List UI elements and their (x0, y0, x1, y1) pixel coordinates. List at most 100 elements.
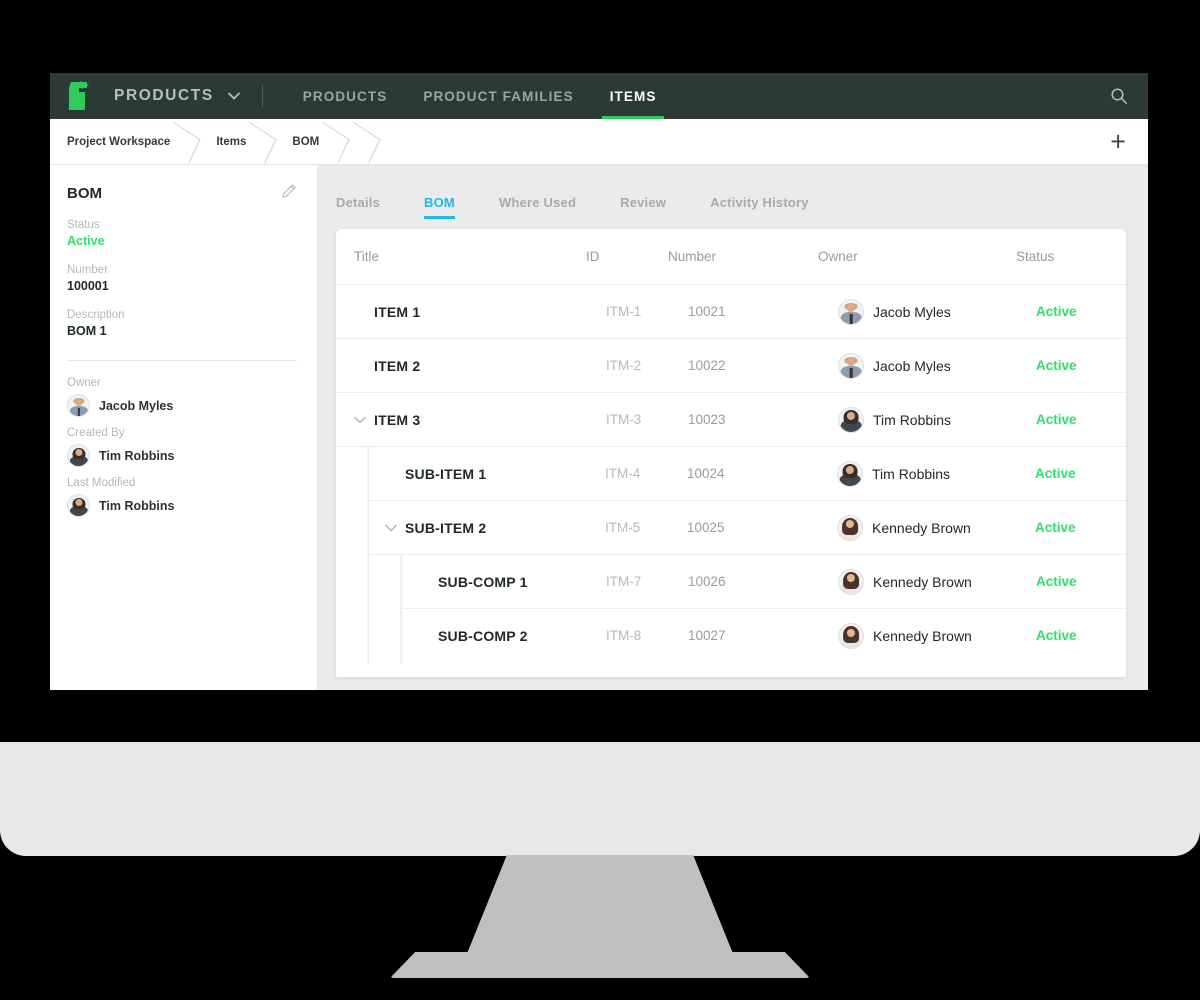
field-created-by-row: Tim Robbins (67, 444, 297, 467)
field-number-value: 100001 (67, 279, 297, 293)
breadcrumb: Project Workspace Items BOM + (50, 119, 1148, 165)
cell-id: ITM-8 (606, 628, 641, 643)
cell-owner: Kennedy Brown (873, 628, 972, 644)
cell-number: 10027 (688, 628, 726, 643)
table-header-row: Title ID Number Owner Status (336, 229, 1126, 285)
breadcrumb-item-bom[interactable]: BOM (276, 119, 349, 165)
cell-status: Active (1036, 412, 1077, 427)
add-button[interactable]: + (1110, 128, 1126, 155)
nested-rows-group: SUB-ITEM 1ITM-410024Tim RobbinsActiveSUB… (368, 447, 1126, 663)
field-last-modified-name: Tim Robbins (99, 499, 174, 513)
content-tab-list: Details BOM Where Used Review Activity H… (318, 165, 1148, 219)
avatar (838, 353, 864, 379)
field-owner-label: Owner (67, 377, 297, 389)
tab-where-used[interactable]: Where Used (499, 195, 576, 219)
cell-title: ITEM 2 (374, 358, 420, 374)
tab-details[interactable]: Details (336, 195, 380, 219)
sidebar-divider (67, 360, 297, 361)
cell-id: ITM-3 (606, 412, 641, 427)
column-header-status: Status (1016, 249, 1106, 264)
tab-bom[interactable]: BOM (424, 195, 455, 219)
cell-number: 10025 (687, 520, 725, 535)
cell-status: Active (1036, 358, 1077, 373)
cell-title: SUB-COMP 2 (438, 628, 528, 644)
top-navigation-bar: PRODUCTS PRODUCTS PRODUCT FAMILIES ITEMS (50, 73, 1148, 119)
column-header-title: Title (354, 249, 586, 264)
search-glyph (1110, 87, 1128, 105)
body-split: BOM Status Active Number 100001 (50, 165, 1148, 690)
cell-id: ITM-5 (605, 520, 640, 535)
sidebar-title-row: BOM (67, 183, 297, 203)
field-number: Number 100001 (67, 264, 297, 293)
chevron-down-glyph (385, 524, 397, 532)
pencil-icon[interactable] (282, 183, 297, 203)
cell-status: Active (1036, 574, 1077, 589)
cell-title: SUB-COMP 1 (438, 574, 528, 590)
cell-id: ITM-2 (606, 358, 641, 373)
field-owner-row: Jacob Myles (67, 394, 297, 417)
page-title: BOM (67, 185, 102, 202)
search-icon[interactable] (1110, 73, 1128, 119)
chevron-down-glyph (228, 92, 240, 100)
cell-owner: Kennedy Brown (873, 574, 972, 590)
cell-title: SUB-ITEM 2 (405, 520, 486, 536)
cell-id: ITM-4 (605, 466, 640, 481)
field-status: Status Active (67, 219, 297, 248)
cell-status: Active (1035, 520, 1076, 535)
status-badge: Active (67, 234, 297, 248)
tab-review[interactable]: Review (620, 195, 666, 219)
cell-id: ITM-1 (606, 304, 641, 319)
monitor-chin (0, 742, 1200, 856)
nav-tab-product-families[interactable]: PRODUCT FAMILIES (405, 73, 591, 119)
avatar (67, 444, 90, 467)
field-created-by: Created By Tim Robbins (67, 427, 297, 467)
cell-number: 10026 (688, 574, 726, 589)
field-description: Description BOM 1 (67, 309, 297, 338)
breadcrumb-tail-arrow (349, 119, 385, 165)
cell-title: ITEM 1 (374, 304, 420, 320)
avatar (67, 494, 90, 517)
cell-title: ITEM 3 (374, 412, 420, 428)
breadcrumb-item-project-workspace[interactable]: Project Workspace (50, 119, 200, 165)
table-row[interactable]: SUB-COMP 2ITM-810027Kennedy BrownActive (402, 609, 1126, 663)
cell-number: 10022 (688, 358, 726, 373)
column-header-owner: Owner (818, 249, 1016, 264)
cell-owner: Kennedy Brown (872, 520, 971, 536)
table-row[interactable]: ITEM 1ITM-110021Jacob MylesActive (336, 285, 1126, 339)
cell-owner: Jacob Myles (873, 304, 951, 320)
pencil-glyph (282, 183, 297, 198)
nav-tab-items[interactable]: ITEMS (592, 73, 675, 119)
detail-sidebar: BOM Status Active Number 100001 (50, 165, 318, 690)
field-number-label: Number (67, 264, 297, 276)
avatar (837, 461, 863, 487)
tab-activity-history[interactable]: Activity History (710, 195, 809, 219)
chevron-down-icon[interactable] (228, 92, 240, 100)
field-last-modified-row: Tim Robbins (67, 494, 297, 517)
table-row[interactable]: ITEM 3ITM-310023Tim RobbinsActive (336, 393, 1126, 447)
cell-number: 10023 (688, 412, 726, 427)
table-row[interactable]: SUB-COMP 1 ITM-7 10026 Kennedy Brown Active (402, 555, 1126, 609)
expand-toggle[interactable] (354, 416, 374, 424)
cell-status: Active (1036, 304, 1077, 319)
avatar (838, 299, 864, 325)
field-description-value: BOM 1 (67, 324, 297, 338)
cell-title: SUB-ITEM 1 (405, 466, 486, 482)
monitor-frame: PRODUCTS PRODUCTS PRODUCT FAMILIES ITEMS (0, 0, 1200, 1000)
table-body: ITEM 1ITM-110021Jacob MylesActiveITEM 2I… (336, 285, 1126, 663)
nav-tab-list: PRODUCTS PRODUCT FAMILIES ITEMS (285, 73, 675, 119)
avatar (838, 407, 864, 433)
expand-toggle[interactable] (385, 524, 405, 532)
main-content: Details BOM Where Used Review Activity H… (318, 165, 1148, 690)
table-row[interactable]: SUB-ITEM 2 ITM-5 10025 Kennedy Brown Active (369, 501, 1126, 555)
table-row[interactable]: ITEM 2ITM-210022Jacob MylesActive (336, 339, 1126, 393)
table-row[interactable]: SUB-ITEM 1ITM-410024Tim RobbinsActive (369, 447, 1126, 501)
cell-owner: Tim Robbins (872, 466, 950, 482)
app-logo[interactable] (50, 73, 108, 119)
field-last-modified-label: Last Modified (67, 477, 297, 489)
cell-id: ITM-7 (606, 574, 641, 589)
screen: PRODUCTS PRODUCTS PRODUCT FAMILIES ITEMS (50, 73, 1148, 690)
breadcrumb-item-items[interactable]: Items (200, 119, 276, 165)
field-status-label: Status (67, 219, 297, 231)
avatar (67, 394, 90, 417)
nav-tab-products[interactable]: PRODUCTS (285, 73, 406, 119)
